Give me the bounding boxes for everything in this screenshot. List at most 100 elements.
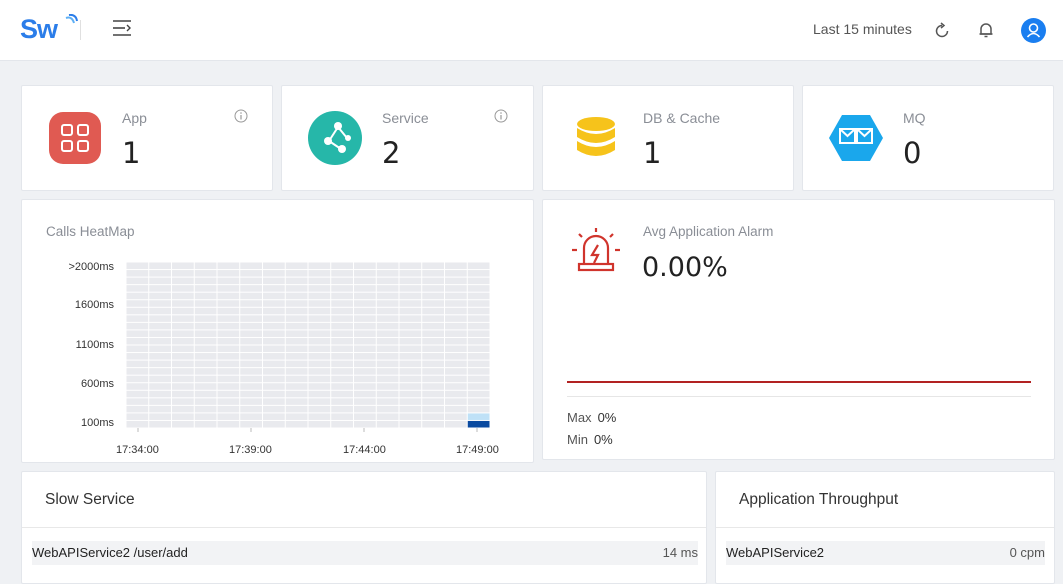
heatmap-cell [422, 322, 444, 330]
menu-toggle-icon[interactable] [112, 18, 132, 38]
heatmap-cell [285, 375, 308, 383]
heatmap-cell [285, 322, 308, 330]
stat-card-db-cache[interactable]: DB & Cache 1 [542, 85, 794, 191]
heatmap-cell [399, 277, 422, 285]
heatmap-cell [194, 307, 217, 315]
min-label: Min [567, 432, 588, 447]
info-icon[interactable] [234, 109, 248, 123]
refresh-icon[interactable] [933, 22, 951, 40]
time-range-selector[interactable]: Last 15 minutes [813, 21, 912, 37]
heatmap-cell [126, 345, 149, 353]
min-value: 0% [593, 432, 613, 447]
heatmap-cell [467, 330, 490, 337]
heatmap-cell [445, 405, 467, 413]
heatmap-cell [240, 375, 262, 383]
heatmap-cell [376, 300, 399, 307]
heatmap-cell [445, 420, 467, 428]
heatmap-cell [376, 262, 399, 270]
heatmap-cell [149, 270, 171, 277]
heatmap-cell [467, 368, 490, 375]
info-icon[interactable] [494, 109, 508, 123]
heatmap-cell [422, 375, 444, 383]
stat-card-service[interactable]: Service 2 [281, 85, 534, 191]
heatmap-cell [467, 322, 490, 330]
heatmap-cell [194, 405, 217, 413]
heatmap-cell [399, 330, 422, 337]
heatmap-x-axis [137, 428, 478, 432]
heatmap-cell-filled [467, 420, 490, 428]
heatmap-cell [194, 300, 217, 307]
alarm-trend-line [567, 381, 1031, 383]
bell-icon[interactable] [977, 21, 995, 39]
heatmap-cell [149, 262, 171, 270]
heatmap-cell [467, 353, 490, 360]
heatmap-cell [354, 353, 376, 360]
heatmap-cell [240, 398, 262, 405]
heatmap-cell [308, 300, 331, 307]
heatmap-cell [308, 398, 331, 405]
logo-divider [80, 20, 81, 40]
heatmap-cell [422, 330, 444, 337]
heatmap-cell [263, 330, 285, 337]
heatmap-cell [172, 345, 194, 353]
heatmap-cell [331, 270, 353, 277]
heatmap-cell [354, 277, 376, 285]
heatmap-cell [126, 262, 149, 270]
heatmap-cell [263, 383, 285, 390]
heatmap-cell [422, 353, 444, 360]
heatmap-cell [126, 420, 149, 428]
heatmap-cell [172, 277, 194, 285]
heatmap-cell [194, 292, 217, 300]
heatmap-cell [126, 368, 149, 375]
heatmap-cell [126, 375, 149, 383]
heatmap-cell [376, 322, 399, 330]
heatmap-cell [376, 277, 399, 285]
list-item[interactable]: WebAPIService2 0 cpm [726, 541, 1045, 565]
heatmap-cell [445, 285, 467, 292]
user-avatar[interactable] [1021, 18, 1046, 43]
stat-label: Service [382, 110, 429, 126]
list-item[interactable]: WebAPIService2 /user/add 14 ms [32, 541, 698, 565]
heatmap-cell [445, 270, 467, 277]
y-tick-label: >2000ms [68, 261, 114, 273]
heatmap-cell [240, 368, 262, 375]
heatmap-cell [308, 337, 331, 345]
heatmap-cell [331, 277, 353, 285]
heatmap-cell [399, 337, 422, 345]
heatmap-cell [240, 353, 262, 360]
heatmap-cell [445, 300, 467, 307]
x-tick-label: 17:39:00 [229, 444, 272, 456]
heatmap-cell [422, 413, 444, 420]
heatmap-cell [308, 277, 331, 285]
heatmap-cell [285, 285, 308, 292]
heatmap-cell [240, 383, 262, 390]
heatmap-cell [308, 262, 331, 270]
stat-value: 1 [643, 136, 662, 170]
service-name: WebAPIService2 /user/add [32, 545, 188, 560]
heatmap-cell [240, 270, 262, 277]
heatmap-cell [467, 270, 490, 277]
logo[interactable]: Sw [20, 12, 78, 46]
heatmap-cell [308, 345, 331, 353]
heatmap-cell [240, 345, 262, 353]
heatmap-cell [285, 420, 308, 428]
stat-card-mq[interactable]: MQ 0 [802, 85, 1054, 191]
heatmap-cell [399, 315, 422, 322]
heatmap-cell [354, 322, 376, 330]
heatmap-cell [331, 345, 353, 353]
heatmap-cell [194, 330, 217, 337]
y-tick-label: 1600ms [74, 299, 114, 311]
heatmap-cell [217, 330, 240, 337]
mq-envelope-icon [829, 115, 883, 161]
stat-card-app[interactable]: App 1 [21, 85, 273, 191]
heatmap-cell [467, 285, 490, 292]
heatmap-cell [217, 413, 240, 420]
heatmap-cell [263, 390, 285, 398]
heatmap-cell [240, 390, 262, 398]
heatmap-cell [172, 322, 194, 330]
heatmap-cell [376, 398, 399, 405]
heatmap-cell [308, 405, 331, 413]
heatmap-cell [331, 360, 353, 368]
heatmap-cell [354, 405, 376, 413]
heatmap-cell [126, 405, 149, 413]
